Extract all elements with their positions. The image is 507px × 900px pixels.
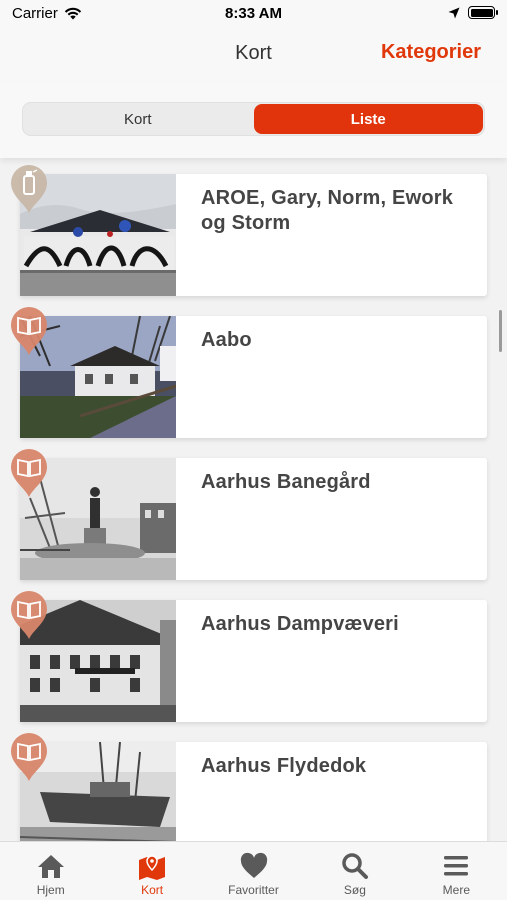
tab-label: Kort: [141, 883, 164, 897]
segment-list[interactable]: Liste: [253, 104, 483, 134]
tab-more[interactable]: Mere: [406, 842, 507, 900]
book-icon: [11, 449, 47, 497]
view-segmented-control: Kort Liste: [22, 102, 485, 136]
list-item[interactable]: Aarhus Flydedok: [11, 733, 487, 841]
list-item[interactable]: Aarhus Banegård: [11, 449, 487, 580]
spray-can-icon: [11, 165, 47, 213]
home-icon: [37, 855, 64, 878]
item-title: Aarhus Flydedok: [201, 755, 367, 777]
list-item[interactable]: AROE, Gary, Norm, Ework og Storm: [11, 165, 487, 296]
tab-search[interactable]: Søg: [304, 842, 405, 900]
segment-area: Kort Liste: [0, 82, 507, 158]
list-item[interactable]: Aarhus Dampvæveri: [11, 591, 487, 722]
status-time: 8:33 AM: [225, 5, 282, 22]
menu-icon: [444, 856, 469, 876]
categories-button[interactable]: Kategorier: [381, 41, 481, 64]
segment-map[interactable]: Kort: [23, 103, 253, 135]
item-title: Aarhus Banegård: [201, 471, 371, 493]
list-item[interactable]: Aabo: [11, 307, 487, 438]
battery-icon: [468, 6, 498, 19]
tab-bar: Hjem Kort Favoritter Søg Mere: [0, 841, 507, 900]
map-icon: [139, 855, 166, 880]
location-arrow-icon: [448, 7, 460, 18]
tab-label: Mere: [442, 883, 470, 897]
item-title: AROE, Gary, Norm, Ework og Storm: [201, 187, 454, 234]
book-icon: [11, 733, 47, 781]
book-icon: [11, 591, 47, 639]
item-title: Aabo: [201, 329, 252, 351]
book-icon: [11, 307, 47, 355]
tab-label: Favoritter: [228, 883, 279, 897]
places-list[interactable]: AROE, Gary, Norm, Ework og Storm Aabo Aa…: [0, 158, 507, 841]
status-right: [448, 6, 498, 19]
heart-icon: [240, 852, 267, 878]
tab-map[interactable]: Kort: [101, 842, 202, 900]
status-bar: Carrier 8:33 AM: [0, 0, 507, 30]
scroll-indicator[interactable]: [499, 310, 502, 352]
item-title: Aarhus Dampvæveri: [201, 613, 399, 635]
search-icon: [342, 853, 368, 879]
tab-home[interactable]: Hjem: [0, 842, 101, 900]
tab-favorites[interactable]: Favoritter: [203, 842, 304, 900]
tab-label: Søg: [343, 883, 366, 897]
navigation-bar: Kort Kategorier: [0, 30, 507, 82]
tab-label: Hjem: [36, 883, 65, 897]
